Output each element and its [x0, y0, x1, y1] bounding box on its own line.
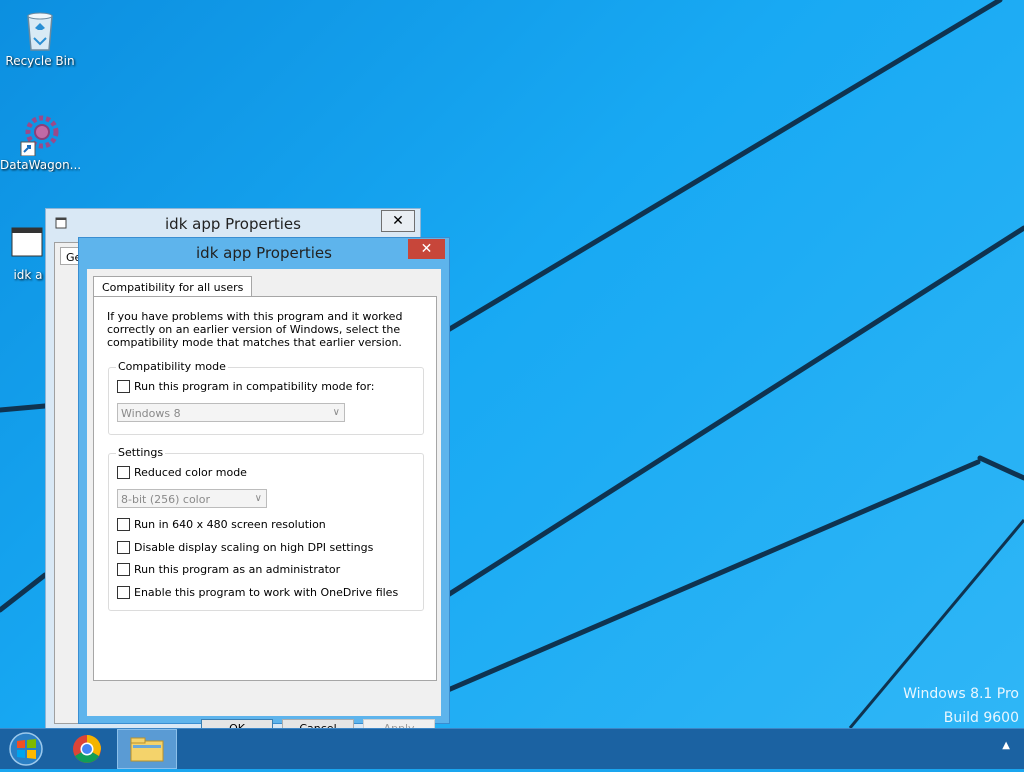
recycle-bin-label: Recycle Bin	[5, 54, 75, 68]
compat-mode-checkbox-label: Run this program in compatibility mode f…	[134, 380, 375, 393]
desktop-icon-datawagon[interactable]: DataWagon...	[0, 112, 80, 172]
compatibility-mode-group: Compatibility mode Run this program in c…	[108, 360, 424, 435]
chrome-icon	[73, 735, 101, 763]
taskbar-file-explorer[interactable]	[117, 729, 177, 769]
datawagon-icon	[20, 112, 60, 157]
ok-button[interactable]: OK	[201, 719, 273, 728]
settings-group: Settings Reduced color mode 8-bit (256) …	[108, 446, 424, 611]
taskbar: ▲	[0, 728, 1024, 769]
dialog-title: idk app Properties	[196, 244, 332, 262]
tab-compatibility-all-users[interactable]: Compatibility for all users	[93, 276, 253, 296]
recycle-bin-icon	[20, 8, 60, 52]
compatibility-properties-dialog[interactable]: idk app Properties ✕ Compatibility for a…	[78, 237, 450, 728]
back-window-close-button[interactable]: ✕	[381, 210, 415, 232]
reduced-color-checkbox[interactable]: Reduced color mode	[117, 466, 247, 479]
start-button-icon	[9, 732, 43, 766]
back-window-titlebar[interactable]: idk app Properties ✕	[46, 209, 420, 237]
run-as-admin-checkbox-label: Run this program as an administrator	[134, 563, 341, 576]
onedrive-files-checkbox-label: Enable this program to work with OneDriv…	[134, 586, 399, 599]
chevron-down-icon: ∨	[332, 407, 340, 418]
dialog-client: Compatibility for all users If you have …	[87, 269, 441, 728]
checkbox-box[interactable]	[117, 380, 130, 393]
color-depth-select[interactable]: 8-bit (256) color ∨	[117, 489, 267, 508]
settings-group-title: Settings	[116, 446, 166, 459]
cancel-button[interactable]: Cancel	[282, 719, 354, 728]
onedrive-files-checkbox[interactable]: Enable this program to work with OneDriv…	[117, 586, 398, 599]
run-as-admin-checkbox[interactable]: Run this program as an administrator	[117, 563, 340, 576]
resolution-640-checkbox-label: Run in 640 x 480 screen resolution	[134, 518, 326, 531]
desktop-icon-recycle-bin[interactable]: Recycle Bin	[0, 8, 80, 68]
dialog-close-button[interactable]: ✕	[408, 239, 445, 259]
datawagon-label: DataWagon...	[0, 158, 80, 172]
checkbox-box[interactable]	[117, 563, 130, 576]
desktop: Recycle Bin DataWagon... idk a Windows 8…	[0, 0, 1024, 728]
checkbox-box[interactable]	[117, 466, 130, 479]
compat-os-select[interactable]: Windows 8 ∨	[117, 403, 345, 422]
app-shortcut-icon	[8, 222, 48, 266]
disable-dpi-scaling-checkbox[interactable]: Disable display scaling on high DPI sett…	[117, 541, 373, 554]
tray-overflow-arrow[interactable]: ▲	[1002, 740, 1010, 751]
disable-dpi-scaling-checkbox-label: Disable display scaling on high DPI sett…	[134, 541, 374, 554]
color-depth-select-value: 8-bit (256) color	[121, 493, 210, 506]
apply-button[interactable]: Apply	[363, 719, 435, 728]
checkbox-box[interactable]	[117, 541, 130, 554]
compatibility-mode-group-title: Compatibility mode	[116, 360, 228, 373]
intro-text: If you have problems with this program a…	[107, 310, 403, 349]
file-explorer-icon	[130, 737, 164, 762]
tab-panel: If you have problems with this program a…	[93, 296, 437, 681]
back-window-title: idk app Properties	[165, 215, 301, 233]
dialog-titlebar[interactable]: idk app Properties ✕	[79, 238, 449, 268]
os-watermark-build: Build 9600	[943, 710, 1019, 726]
chevron-down-icon: ∨	[254, 493, 262, 504]
resolution-640-checkbox[interactable]: Run in 640 x 480 screen resolution	[117, 518, 326, 531]
compat-os-select-value: Windows 8	[121, 407, 181, 420]
compat-mode-checkbox[interactable]: Run this program in compatibility mode f…	[117, 380, 375, 393]
os-watermark-edition: Windows 8.1 Pro	[903, 686, 1019, 702]
reduced-color-checkbox-label: Reduced color mode	[134, 466, 247, 479]
checkbox-box[interactable]	[117, 518, 130, 531]
start-button[interactable]	[0, 729, 52, 769]
taskbar-chrome[interactable]	[62, 729, 112, 769]
checkbox-box[interactable]	[117, 586, 130, 599]
